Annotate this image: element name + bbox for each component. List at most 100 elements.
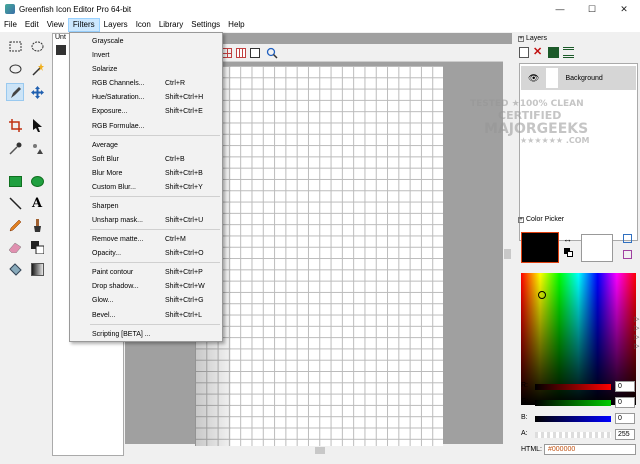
fill-effect-icon[interactable]: [28, 139, 46, 157]
reset-colors-icon[interactable]: [564, 248, 574, 258]
right-panel: + Layers ✕ 👁 Background + Color Picker ↔ ▷…: [514, 33, 640, 464]
menu-item-average[interactable]: Average: [70, 139, 222, 152]
menu-item-grayscale[interactable]: Grayscale: [70, 35, 222, 48]
menu-item-drop-shadow[interactable]: Drop shadow... Shift+Ctrl+W: [70, 280, 222, 293]
new-layer-icon[interactable]: [519, 47, 529, 58]
paint-bucket-icon[interactable]: [6, 260, 24, 278]
menu-item-sharpen[interactable]: Sharpen: [70, 200, 222, 213]
close-button[interactable]: ✕: [608, 0, 640, 18]
clone-icon[interactable]: [28, 238, 46, 256]
inverse-color-icon[interactable]: [623, 250, 632, 259]
menu-separator: [90, 262, 220, 263]
red-slider[interactable]: [535, 384, 611, 390]
window-title: Greenfish Icon Editor Pro 64-bit: [19, 4, 132, 14]
pixel-grid-icon[interactable]: [236, 48, 246, 58]
menu-item-hue-saturation[interactable]: Hue/Saturation... Shift+Ctrl+H: [70, 91, 222, 104]
eye-icon[interactable]: 👁: [528, 73, 539, 84]
merge-layers-icon[interactable]: [563, 47, 574, 58]
alpha-slider[interactable]: [535, 432, 611, 438]
menu-item-unsharp-mask[interactable]: Unsharp mask... Shift+Ctrl+U: [70, 214, 222, 227]
swap-colors-icon[interactable]: ↔: [563, 234, 572, 244]
menu-help[interactable]: Help: [224, 18, 248, 32]
green-value[interactable]: 0: [615, 397, 635, 408]
horizontal-scroll-thumb[interactable]: [315, 447, 325, 454]
layer-name: Background: [565, 74, 603, 82]
blue-value[interactable]: 0: [615, 413, 635, 424]
menu-item-glow[interactable]: Glow... Shift+Ctrl+G: [70, 294, 222, 307]
red-label: R:: [521, 382, 528, 389]
secondary-color-swatch[interactable]: [581, 234, 613, 262]
menu-item-rgb-channels[interactable]: RGB Channels... Ctrl+R: [70, 77, 222, 90]
line-icon[interactable]: [6, 194, 24, 212]
blue-slider[interactable]: [535, 416, 611, 422]
move-icon[interactable]: [28, 83, 46, 101]
grid-toggle-icon[interactable]: [222, 48, 232, 58]
color-picker-header[interactable]: + Color Picker: [518, 216, 564, 223]
menu-item-bevel[interactable]: Bevel... Shift+Ctrl+L: [70, 309, 222, 322]
menu-item-exposure[interactable]: Exposure... Shift+Ctrl+E: [70, 105, 222, 118]
magic-wand-icon[interactable]: [28, 60, 46, 78]
ellipse-select-icon[interactable]: [28, 37, 46, 55]
menu-file[interactable]: File: [0, 18, 21, 32]
menu-layers[interactable]: Layers: [100, 18, 132, 32]
layers-header[interactable]: + Layers: [518, 35, 547, 42]
html-color-input[interactable]: #000000: [544, 444, 636, 455]
zoom-icon[interactable]: [266, 47, 278, 61]
menu-filters[interactable]: Filters: [67, 18, 100, 32]
vertical-scroll-thumb[interactable]: [504, 249, 511, 259]
color-spectrum-cursor[interactable]: [538, 291, 546, 299]
menu-item-scripting[interactable]: Scripting [BETA] ...: [70, 328, 222, 341]
delete-layer-icon[interactable]: ✕: [533, 47, 544, 58]
alpha-label: A:: [521, 430, 528, 437]
menu-icon[interactable]: Icon: [132, 18, 155, 32]
primary-color-swatch[interactable]: [521, 232, 559, 263]
menu-item-soft-blur[interactable]: Soft Blur Ctrl+B: [70, 153, 222, 166]
menu-library[interactable]: Library: [155, 18, 187, 32]
layer-row[interactable]: 👁 Background: [521, 66, 636, 90]
gradient-icon[interactable]: [28, 260, 46, 278]
pencil-icon[interactable]: [6, 216, 24, 234]
majorgeeks-watermark: TESTED ★100% CLEAN CERTIFIED MAJORGEEKS …: [470, 99, 590, 146]
text-icon[interactable]: A: [28, 194, 46, 212]
save-icon[interactable]: [56, 45, 66, 55]
brush-icon[interactable]: [28, 216, 46, 234]
menu-item-remove-matte[interactable]: Remove matte... Ctrl+M: [70, 233, 222, 246]
maximize-button[interactable]: ☐: [576, 0, 608, 18]
crop-icon[interactable]: [6, 116, 24, 134]
menu-item-invert[interactable]: Invert: [70, 49, 222, 62]
lasso-icon[interactable]: [6, 60, 24, 78]
pointer-icon[interactable]: [28, 116, 46, 134]
frame-icon[interactable]: [250, 48, 260, 58]
menu-edit[interactable]: Edit: [21, 18, 43, 32]
menu-item-solarize[interactable]: Solarize: [70, 63, 222, 76]
layer-thumbnail: [546, 68, 559, 88]
spectrum-mode-arrows[interactable]: ▷ ▷ ▷ ▷: [634, 315, 639, 351]
menu-view[interactable]: View: [43, 18, 68, 32]
horizontal-scrollbar[interactable]: [125, 446, 512, 455]
toolbox: A: [0, 33, 50, 464]
layers-list: 👁 Background: [519, 63, 638, 241]
filters-menu: Grayscale Invert Solarize RGB Channels..…: [69, 32, 223, 342]
pen-tool-icon[interactable]: [6, 83, 24, 101]
eraser-icon[interactable]: [6, 238, 24, 256]
pixel-canvas[interactable]: [195, 66, 443, 446]
green-slider[interactable]: [535, 400, 611, 406]
menu-item-rgb-formulae[interactable]: RGB Formulae...: [70, 120, 222, 133]
menu-item-paint-contour[interactable]: Paint contour Shift+Ctrl+P: [70, 266, 222, 279]
menu-settings[interactable]: Settings: [187, 18, 224, 32]
transparent-color-icon[interactable]: [623, 234, 632, 243]
rectangle-icon[interactable]: [6, 172, 24, 190]
html-label: HTML:: [521, 446, 542, 453]
menu-separator: [90, 196, 220, 197]
color-picker-icon[interactable]: [6, 139, 24, 157]
duplicate-layer-icon[interactable]: [548, 47, 559, 58]
menu-item-blur-more[interactable]: Blur More Shift+Ctrl+B: [70, 167, 222, 180]
ellipse-icon[interactable]: [28, 172, 46, 190]
rect-select-icon[interactable]: [6, 37, 24, 55]
menu-item-custom-blur[interactable]: Custom Blur... Shift+Ctrl+Y: [70, 181, 222, 194]
alpha-value[interactable]: 255: [615, 429, 635, 440]
menu-item-opacity[interactable]: Opacity... Shift+Ctrl+O: [70, 247, 222, 260]
minimize-button[interactable]: —: [544, 0, 576, 18]
red-value[interactable]: 0: [615, 381, 635, 392]
title-bar: Greenfish Icon Editor Pro 64-bit — ☐ ✕: [0, 0, 640, 18]
